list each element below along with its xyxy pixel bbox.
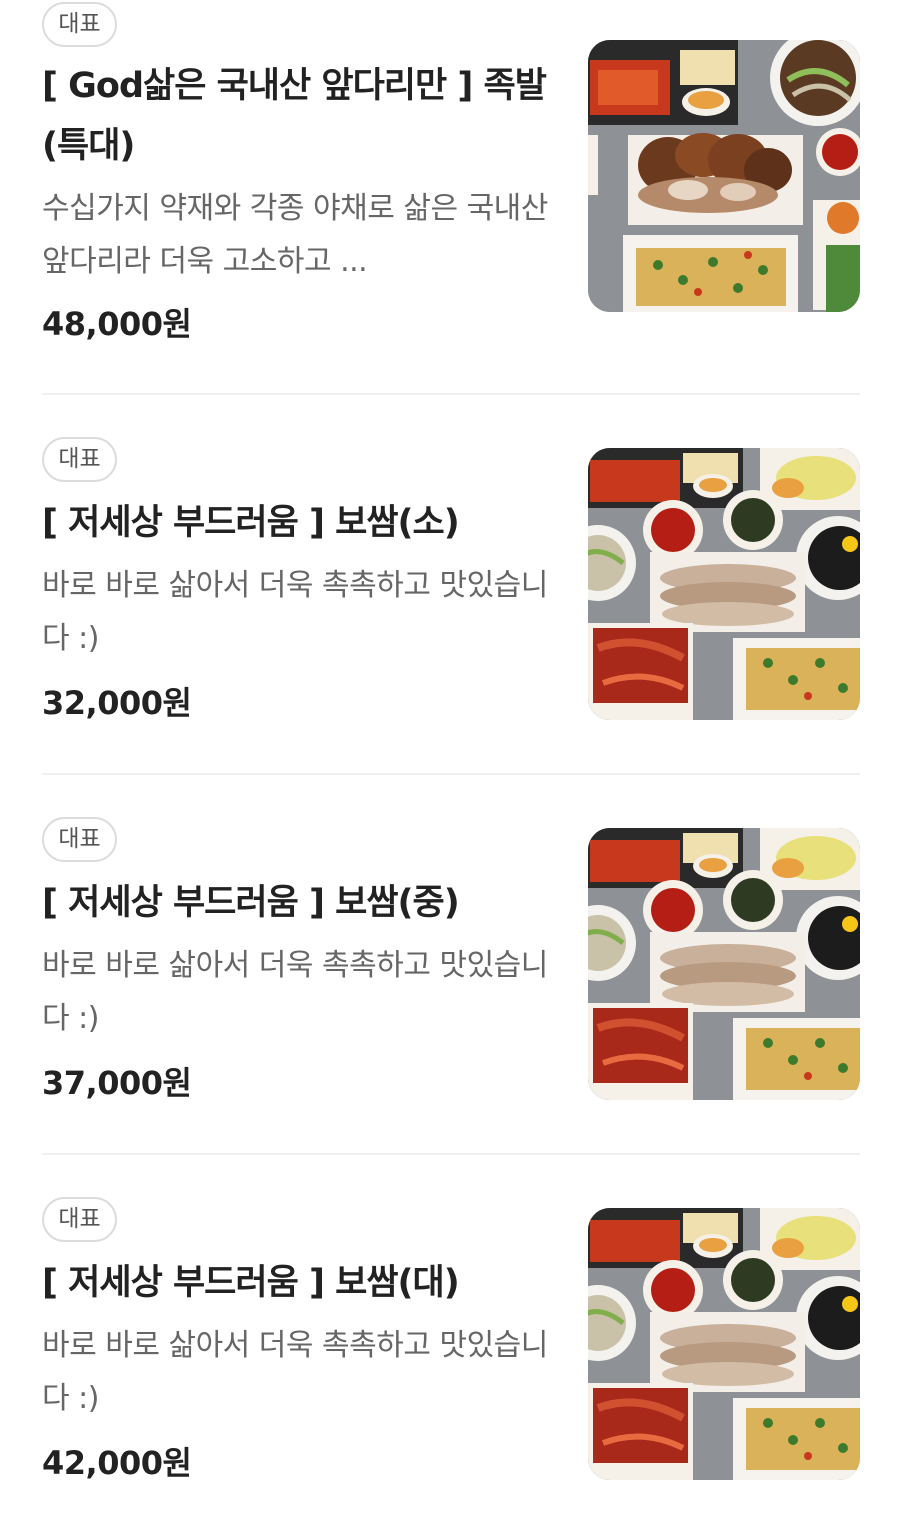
item-divider — [42, 773, 860, 775]
menu-list: 대표 [ God삶은 국내산 앞다리만 ] 족발(특대) 수십가지 약재와 각종… — [0, 0, 900, 1519]
menu-item-price: 32,000원 — [42, 684, 192, 722]
menu-item-title: [ 저세상 부드러움 ] 보쌈(소) — [42, 503, 460, 543]
menu-item-price: 37,000원 — [42, 1064, 192, 1102]
menu-item[interactable]: 대표 [ 저세상 부드러움 ] 보쌈(대) 바로 바로 삶아서 더욱 촉촉하고 … — [42, 1197, 860, 1497]
menu-item-description: 수십가지 약재와 각종 야채로 삶은 국내산 앞다리라 더욱 고소하고 ... — [42, 191, 548, 279]
bossam-platter-photo[interactable] — [588, 1208, 860, 1480]
menu-item[interactable]: 대표 [ 저세상 부드러움 ] 보쌈(중) 바로 바로 삶아서 더욱 촉촉하고 … — [42, 817, 860, 1117]
menu-item-description: 바로 바로 삶아서 더욱 촉촉하고 맛있습니다 :) — [42, 948, 548, 1036]
jokbal-platter-photo[interactable] — [588, 40, 860, 312]
menu-item-price: 42,000원 — [42, 1444, 192, 1482]
signature-badge: 대표 — [42, 2, 117, 47]
menu-item[interactable]: 대표 [ 저세상 부드러움 ] 보쌈(소) 바로 바로 삶아서 더욱 촉촉하고 … — [42, 437, 860, 737]
menu-item-title: [ 저세상 부드러움 ] 보쌈(중) — [42, 883, 460, 923]
menu-item-description: 바로 바로 삶아서 더욱 촉촉하고 맛있습니다 :) — [42, 568, 548, 656]
signature-badge: 대표 — [42, 437, 117, 482]
signature-badge: 대표 — [42, 817, 117, 862]
bossam-platter-photo[interactable] — [588, 448, 860, 720]
menu-item-description: 바로 바로 삶아서 더욱 촉촉하고 맛있습니다 :) — [42, 1328, 548, 1416]
menu-item-title: [ 저세상 부드러움 ] 보쌈(대) — [42, 1263, 460, 1303]
bossam-platter-photo[interactable] — [588, 828, 860, 1100]
menu-item[interactable]: 대표 [ God삶은 국내산 앞다리만 ] 족발(특대) 수십가지 약재와 각종… — [42, 0, 860, 343]
menu-item-title: [ God삶은 국내산 앞다리만 ] 족발(특대) — [42, 66, 547, 166]
item-divider — [42, 1153, 860, 1155]
signature-badge: 대표 — [42, 1197, 117, 1242]
menu-item-price: 48,000원 — [42, 305, 192, 343]
item-divider — [42, 393, 860, 395]
